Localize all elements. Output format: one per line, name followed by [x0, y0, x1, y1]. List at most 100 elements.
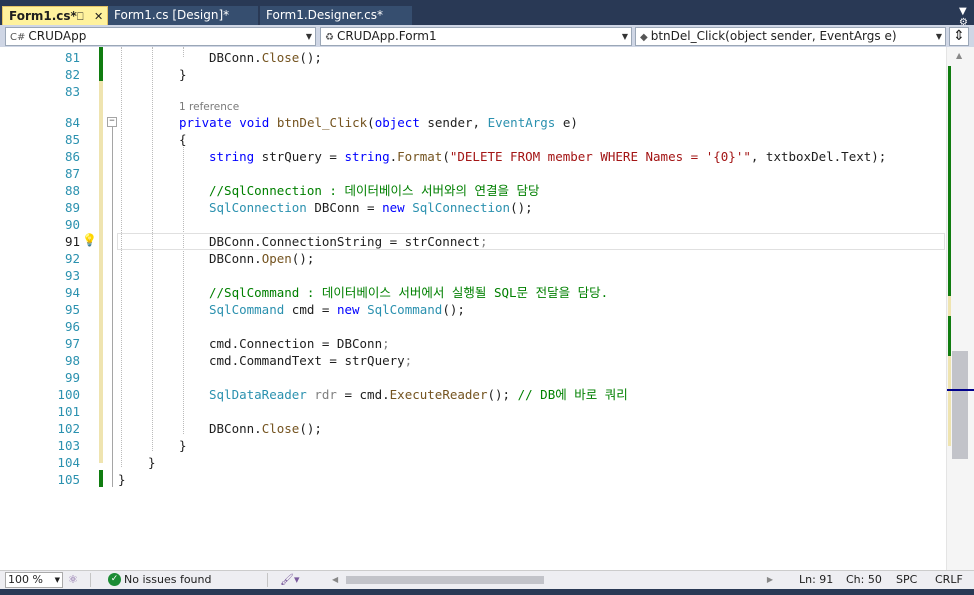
line-indicator[interactable]: Ln: 91 [799, 571, 833, 588]
codelens-line: 1 reference [0, 100, 946, 114]
code-text: DBConn.Close(); [209, 421, 322, 436]
line-number: 105 [57, 472, 80, 487]
line-number: 104 [57, 455, 80, 470]
split-window-button[interactable]: ⇕ [949, 27, 969, 46]
code-text: } [148, 455, 156, 470]
scroll-map-change-saved [948, 316, 951, 356]
code-line: 95 SqlCommand cmd = new SqlCommand(); [0, 301, 946, 318]
type-dropdown[interactable]: ♻ CRUDApp.Form1 ▼ [320, 27, 632, 46]
code-text: SqlCommand cmd = new SqlCommand(); [209, 302, 465, 317]
spacing-indicator[interactable]: SPC [896, 571, 917, 588]
tab-label: Form1.cs* [9, 9, 77, 23]
copilot-icon[interactable]: ⚛ [68, 571, 78, 588]
line-number: 100 [57, 387, 80, 402]
class-icon: ♻ [325, 32, 334, 43]
line-number: 103 [57, 438, 80, 453]
code-text: { [179, 132, 187, 147]
close-icon[interactable]: ✕ [94, 7, 103, 26]
code-text: DBConn.Open(); [209, 251, 315, 266]
project-dropdown[interactable]: C# CRUDApp ▼ [5, 27, 316, 46]
divider [267, 573, 268, 587]
scroll-left-icon[interactable]: ◀ [332, 571, 338, 588]
scroll-right-icon[interactable]: ▶ [767, 571, 773, 588]
tab-label: Form1.Designer.cs* [266, 8, 383, 22]
chevron-down-icon: ▼ [621, 32, 628, 41]
line-number: 92 [64, 251, 80, 266]
code-line: 97 cmd.Connection = DBConn; [0, 335, 946, 352]
code-text: SqlConnection DBConn = new SqlConnection… [209, 200, 533, 215]
line-number: 101 [57, 404, 80, 419]
scroll-map-change-saved [948, 66, 951, 296]
code-text-area[interactable]: − 💡 81 DBConn.Close(); 82 } 83 1 referen… [0, 47, 946, 570]
line-number: 82 [64, 67, 80, 82]
line-number: 81 [64, 50, 80, 65]
chevron-down-icon: ▼ [305, 32, 312, 41]
code-cleanup-icon[interactable]: 🖌▾ [280, 571, 300, 588]
code-line: 105 } [0, 471, 946, 488]
code-text: SqlDataReader rdr = cmd.ExecuteReader();… [209, 387, 628, 402]
tab-label: Form1.cs [Design]* [114, 8, 230, 22]
zoom-level: 100 % [8, 573, 43, 586]
member-name: btnDel_Click(object sender, EventArgs e) [650, 29, 897, 43]
scroll-up-icon[interactable]: ▲ [956, 51, 962, 60]
line-number: 102 [57, 421, 80, 436]
tab-form1-cs[interactable]: Form1.cs* ⎕ ✕ [2, 6, 108, 25]
code-line: 89 SqlConnection DBConn = new SqlConnect… [0, 199, 946, 216]
line-number: 96 [64, 319, 80, 334]
line-number: 83 [64, 84, 80, 99]
code-line: 99 [0, 369, 946, 386]
code-line: 81 DBConn.Close(); [0, 49, 946, 66]
member-dropdown[interactable]: ◆ btnDel_Click(object sender, EventArgs e… [635, 27, 946, 46]
scroll-map-caret [947, 389, 974, 391]
line-number: 88 [64, 183, 80, 198]
line-number: 90 [64, 217, 80, 232]
scroll-thumb[interactable] [346, 576, 544, 584]
code-line: 93 [0, 267, 946, 284]
code-text: } [179, 67, 187, 82]
zoom-dropdown[interactable]: 100 % ▼ [5, 572, 63, 588]
code-line: 103 } [0, 437, 946, 454]
code-editor[interactable]: − 💡 81 DBConn.Close(); 82 } 83 1 referen… [0, 47, 974, 570]
vertical-scrollbar[interactable]: ▲ [946, 47, 974, 570]
chevron-down-icon: ▼ [54, 576, 60, 584]
csharp-project-icon: C# [10, 32, 26, 43]
line-number: 84 [64, 115, 80, 130]
code-line: 88 //SqlConnection : 데이터베이스 서버와의 연결을 담당 [0, 182, 946, 199]
code-text: DBConn.Close(); [209, 50, 322, 65]
project-name: CRUDApp [28, 29, 87, 43]
navigation-bar: C# CRUDApp ▼ ♻ CRUDApp.Form1 ▼ ◆ btnDel_Cli… [0, 25, 974, 47]
code-text: } [118, 472, 126, 487]
code-line: 100 SqlDataReader rdr = cmd.ExecuteReade… [0, 386, 946, 403]
code-comment: //SqlConnection : 데이터베이스 서버와의 연결을 담당 [209, 183, 540, 198]
line-number: 87 [64, 166, 80, 181]
scroll-thumb[interactable] [952, 351, 968, 459]
code-line: 90 [0, 216, 946, 233]
tab-form1-designer[interactable]: Form1.Designer.cs* [260, 6, 412, 25]
line-number: 91 [64, 234, 80, 249]
code-line-current: 91 DBConn.ConnectionString = strConnect; [0, 233, 946, 250]
line-number: 97 [64, 336, 80, 351]
char-indicator[interactable]: Ch: 50 [846, 571, 882, 588]
code-line: 86 string strQuery = string.Format("DELE… [0, 148, 946, 165]
tab-form1-design[interactable]: Form1.cs [Design]* [108, 6, 258, 25]
line-number: 95 [64, 302, 80, 317]
code-comment: //SqlCommand : 데이터베이스 서버에서 실행될 SQL문 전달을 … [209, 285, 609, 300]
line-number: 86 [64, 149, 80, 164]
line-ending-indicator[interactable]: CRLF [935, 571, 963, 588]
scroll-map-change-unsaved [948, 356, 951, 446]
chevron-down-icon: ▼ [935, 32, 942, 41]
code-line: 92 DBConn.Open(); [0, 250, 946, 267]
horizontal-scrollbar[interactable]: ◀ ▶ [330, 573, 775, 586]
scroll-map-change-unsaved [948, 296, 951, 316]
code-text: private void btnDel_Click(object sender,… [179, 115, 578, 130]
code-line: 104 } [0, 454, 946, 471]
line-number: 85 [64, 132, 80, 147]
code-line: 82 } [0, 66, 946, 83]
pin-icon[interactable]: ⎕ [77, 7, 84, 26]
code-line: 96 [0, 318, 946, 335]
code-line: 87 [0, 165, 946, 182]
codelens-references[interactable]: 1 reference [179, 100, 239, 114]
window-bottom-border [0, 589, 974, 595]
issues-status[interactable]: No issues found [124, 571, 211, 588]
code-line: 94 //SqlCommand : 데이터베이스 서버에서 실행될 SQL문 전… [0, 284, 946, 301]
